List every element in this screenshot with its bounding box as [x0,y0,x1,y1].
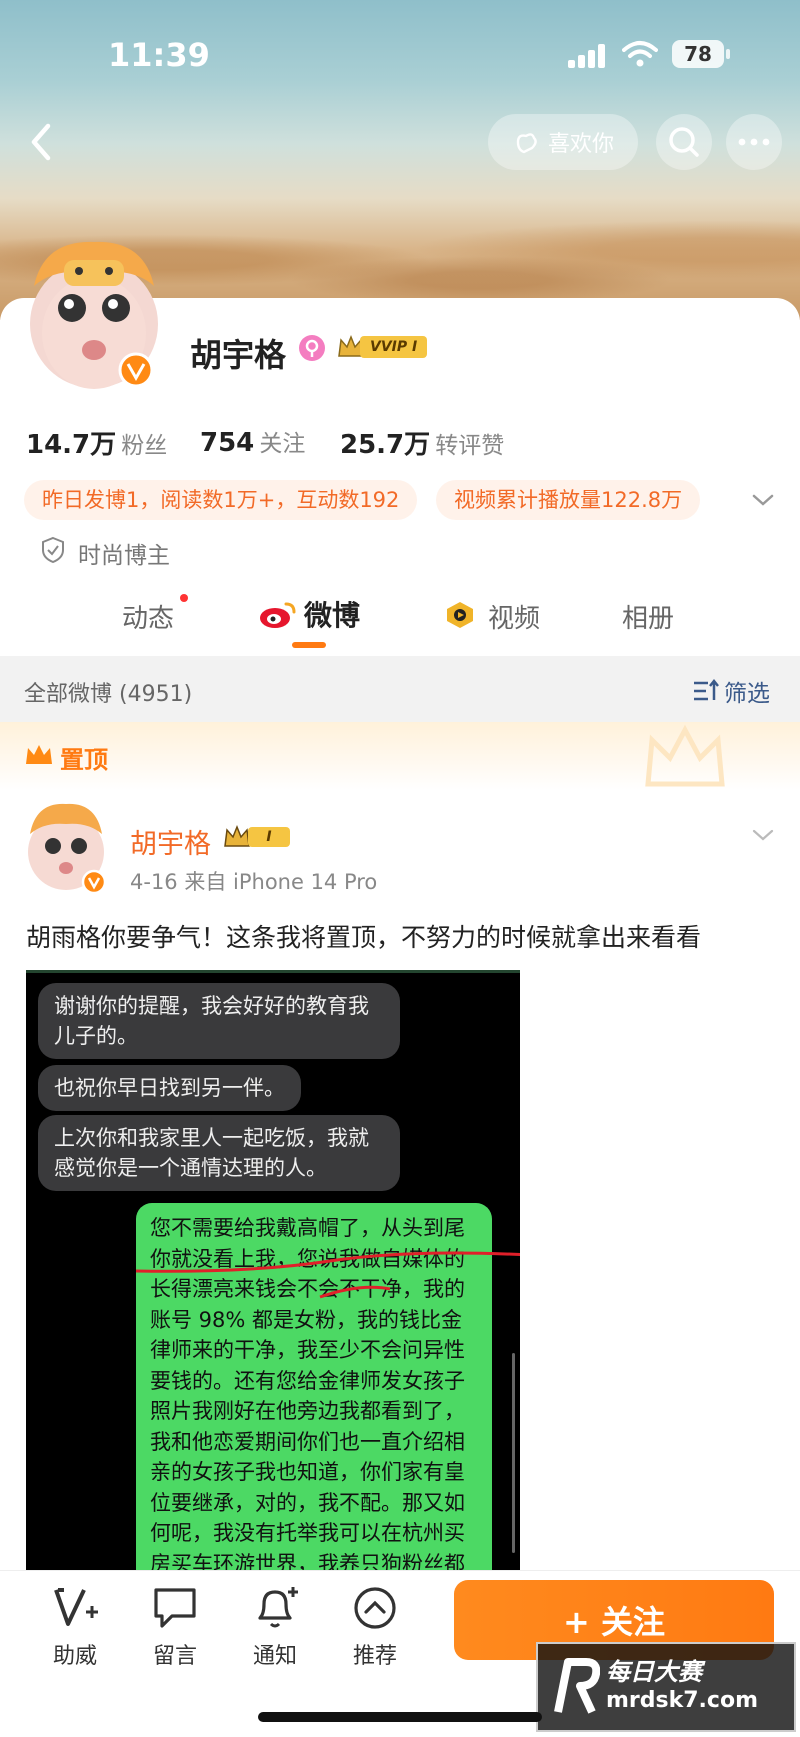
battery-indicator: 78 [672,40,724,68]
notify-button[interactable]: 通知 [240,1586,310,1670]
notify-label: 通知 [252,1644,297,1669]
wifi-icon [622,41,658,67]
shield-icon [42,536,64,564]
recommend-button[interactable]: 推荐 [340,1586,410,1670]
search-button[interactable] [656,114,712,170]
home-indicator [258,1712,542,1722]
cellular-signal-icon [568,44,608,68]
hand-heart-icon [516,133,537,154]
female-gender-icon [299,335,325,361]
cheer-label: 助威 [52,1644,97,1669]
stat-following-count: 754 [200,428,255,458]
chat-bubble-incoming: 上次你和我家里人一起吃饭，我就感觉你是一个通情达理的人。 [38,1115,400,1191]
search-icon [669,127,699,157]
tab-weibo[interactable]: 微博 [304,594,360,634]
stat-interactions-count: 25.7万 [340,430,431,460]
post-author-avatar[interactable] [26,800,108,896]
member-badge: I [222,822,296,852]
stat-following[interactable]: 754 关注 [200,424,305,458]
video-plays-pill[interactable]: 视频累计播放量122.8万 [436,480,701,520]
post-text: 胡雨格你要争气！这条我将置顶，不努力的时候就拿出来看看 [26,923,702,952]
vvip-label: VVIP I [360,336,428,358]
recommend-label: 推荐 [352,1644,397,1669]
chat-bubble-incoming: 谢谢你的提醒，我会好好的教育我儿子的。 [38,983,400,1059]
watermark-url: mrdsk7.com [606,1688,758,1713]
stat-interactions[interactable]: 25.7万 转评赞 [340,424,504,461]
watermark-title: 每日大赛 [606,1658,702,1686]
post-count-label: 全部微博 (4951) [24,682,193,707]
more-options-button[interactable] [726,114,782,170]
like-you-button[interactable]: 喜欢你 [488,114,638,170]
stat-fans-label: 粉丝 [121,433,168,459]
crown-icon [26,745,52,764]
chat-bubble-icon [154,1588,196,1628]
stat-fans-count: 14.7万 [26,430,117,460]
like-you-label: 喜欢你 [547,132,614,157]
r-logo-icon [554,1658,600,1714]
member-badge-label: I [248,827,290,847]
filter-icon[interactable] [692,678,720,704]
bell-plus-icon [258,1587,298,1628]
stat-following-label: 关注 [259,431,306,457]
v-plus-icon [54,1588,98,1626]
more-dots-icon [738,138,770,146]
tab-album[interactable]: 相册 [622,598,674,635]
message-label: 留言 [152,1644,197,1669]
post-image-chat-screenshot[interactable]: 谢谢你的提醒，我会好好的教育我儿子的。 也祝你早日找到另一伴。 上次你和我家里人… [26,970,520,1573]
chevron-down-icon[interactable] [750,488,776,512]
tab-video[interactable]: 视频 [488,598,540,635]
weibo-logo-icon [260,602,296,628]
notification-dot [180,594,188,602]
pinned-label: 置顶 [60,746,108,774]
back-arrow-icon[interactable] [18,116,62,168]
stat-interactions-label: 转评赞 [435,433,505,459]
video-channel-icon [447,602,473,628]
stat-fans[interactable]: 14.7万 粉丝 [26,424,167,461]
chevron-up-circle-icon [354,1587,396,1629]
active-tab-indicator [292,642,326,648]
tab-dynamic[interactable]: 动态 [122,598,174,635]
status-time: 11:39 [108,36,210,74]
filter-button[interactable]: 筛选 [724,674,770,708]
crown-watermark-icon [645,724,725,787]
image-scrollbar [512,1353,515,1553]
vvip-badge: VVIP I [336,332,434,362]
red-underline-annotation [135,1251,520,1299]
activity-pill[interactable]: 昨日发博1，阅读数1万+，互动数192 [24,480,418,520]
blogger-tag: 时尚博主 [78,543,170,569]
message-button[interactable]: 留言 [140,1586,210,1670]
profile-name: 胡宇格 [190,336,287,374]
battery-tip [726,49,730,59]
site-watermark: 每日大赛 mrdsk7.com [536,1642,796,1732]
profile-avatar[interactable] [24,238,164,394]
chat-bubble-incoming: 也祝你早日找到另一伴。 [38,1065,301,1111]
cheer-button[interactable]: 助威 [40,1586,110,1670]
post-menu-chevron-icon[interactable] [750,824,776,846]
post-author-name[interactable]: 胡宇格 [130,822,211,861]
post-meta: 4-16 来自 iPhone 14 Pro [130,870,378,894]
